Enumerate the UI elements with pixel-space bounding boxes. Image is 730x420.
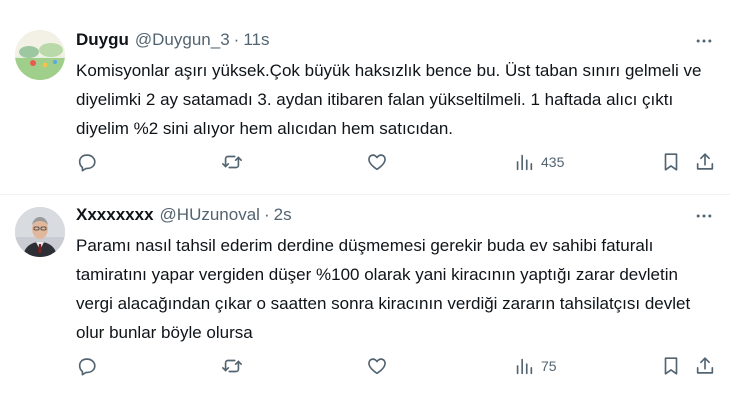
- avatar[interactable]: [15, 207, 65, 257]
- share-button[interactable]: [694, 148, 716, 176]
- views-chart-icon: [516, 358, 533, 375]
- more-horizontal-icon[interactable]: [692, 205, 716, 227]
- retweet-button[interactable]: [221, 352, 243, 380]
- reply-button[interactable]: [76, 148, 98, 176]
- author-handle[interactable]: @HUzunoval: [160, 205, 260, 225]
- views-count: 435: [541, 154, 565, 170]
- reply-icon: [78, 358, 96, 376]
- separator-dot: ·: [233, 30, 240, 49]
- tweet-text: Paramı nasıl tahsil ederim derdine düşme…: [76, 236, 691, 342]
- author-name[interactable]: Duygu: [76, 30, 129, 50]
- retweet-button[interactable]: [221, 148, 243, 176]
- timestamp[interactable]: 11s: [243, 30, 269, 50]
- tweet[interactable]: Duygu @Duygun_3 · 11s Komisyonlar aşırı …: [0, 0, 730, 195]
- bookmark-button[interactable]: [660, 148, 682, 176]
- share-icon: [696, 153, 714, 170]
- more-horizontal-icon[interactable]: [692, 30, 716, 52]
- views-button[interactable]: 75: [513, 352, 557, 380]
- heart-icon: [368, 154, 386, 171]
- views-count: 75: [541, 358, 557, 374]
- separator-dot: ·: [263, 205, 270, 224]
- heart-icon: [368, 358, 386, 375]
- tweet-header: Xxxxxxxx @HUzunoval · 2s: [76, 204, 292, 226]
- views-chart-icon: [516, 154, 533, 171]
- retweet-icon: [222, 359, 242, 373]
- tweet-text: Komisyonlar aşırı yüksek.Çok büyük haksı…: [76, 61, 702, 138]
- like-button[interactable]: [366, 352, 388, 380]
- retweet-icon: [222, 155, 242, 169]
- tweet-actions: 435: [76, 148, 716, 176]
- reply-icon: [78, 154, 96, 172]
- reply-button[interactable]: [76, 352, 98, 380]
- tweet-header: Duygu @Duygun_3 · 11s: [76, 29, 269, 51]
- bookmark-button[interactable]: [660, 352, 682, 380]
- author-name[interactable]: Xxxxxxxx: [76, 205, 154, 225]
- like-button[interactable]: [366, 148, 388, 176]
- avatar[interactable]: [15, 30, 65, 80]
- tweet-actions: 75: [76, 352, 716, 380]
- views-button[interactable]: 435: [513, 148, 564, 176]
- tweet[interactable]: Xxxxxxxx @HUzunoval · 2s Paramı nasıl ta…: [0, 196, 730, 420]
- timestamp[interactable]: 2s: [274, 205, 292, 225]
- share-button[interactable]: [694, 352, 716, 380]
- bookmark-icon: [664, 357, 678, 375]
- author-handle[interactable]: @Duygun_3: [135, 30, 230, 50]
- bookmark-icon: [664, 153, 678, 171]
- share-icon: [696, 357, 714, 374]
